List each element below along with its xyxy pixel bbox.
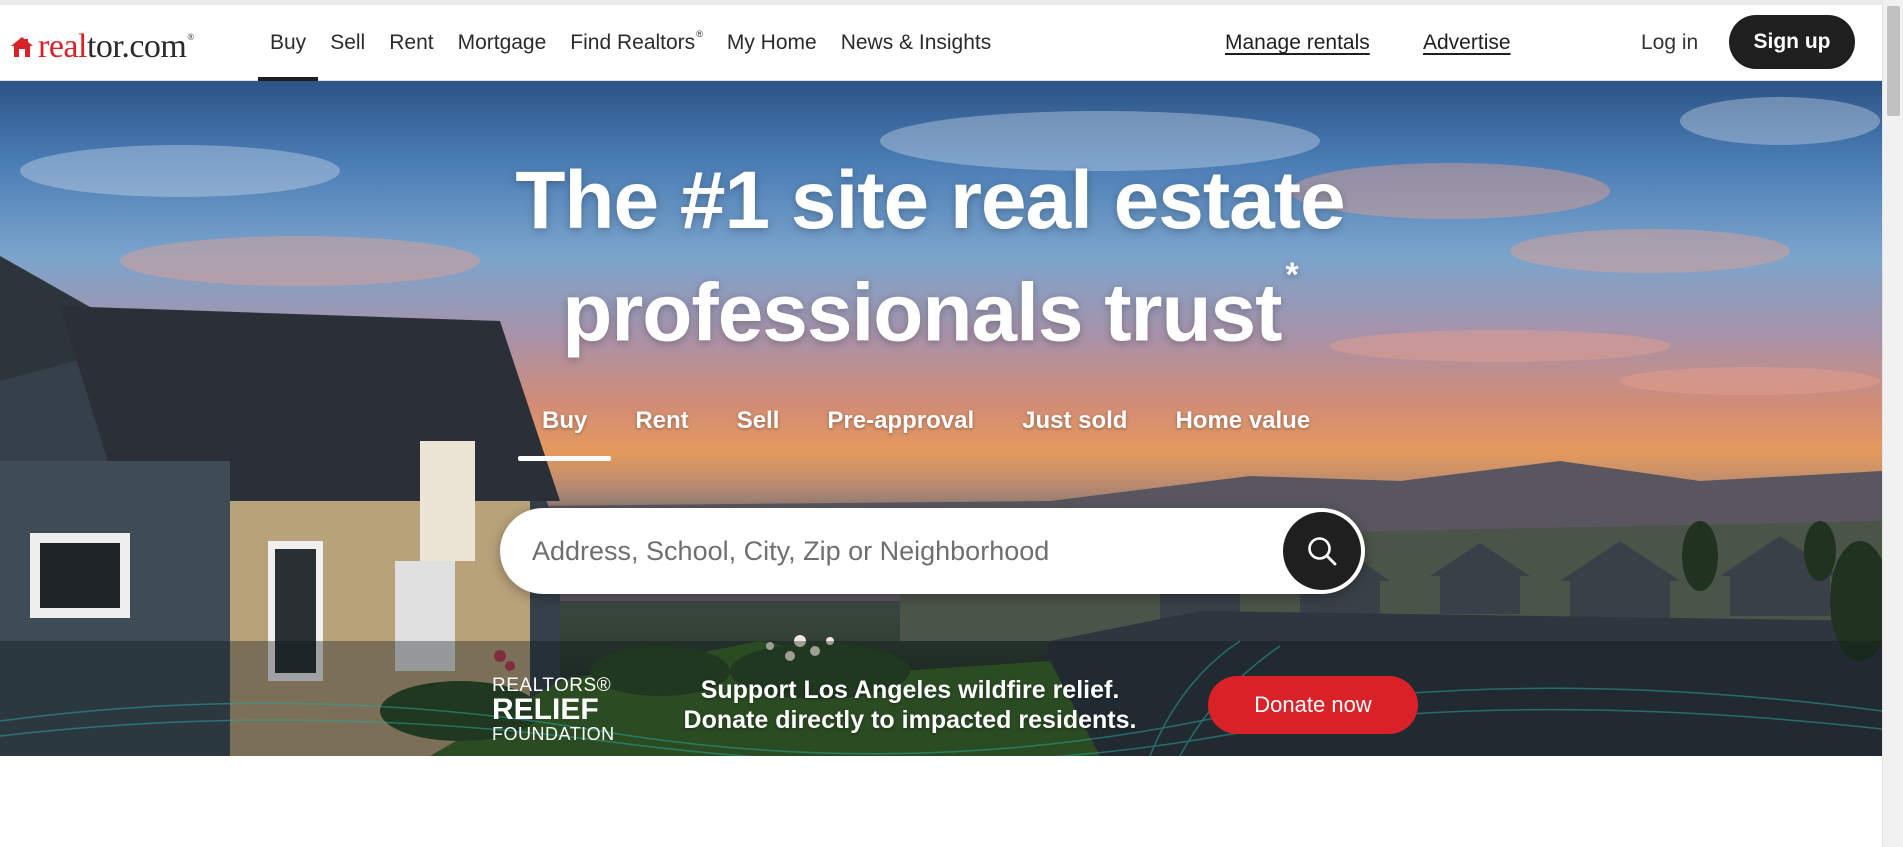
nav-item-news-insights[interactable]: News & Insights xyxy=(829,5,1004,81)
tab-just-sold[interactable]: Just sold xyxy=(998,407,1151,461)
house-logo-icon xyxy=(11,37,33,57)
headline-line-2: professionals trust xyxy=(562,267,1282,359)
relief-message-line-2: Donate directly to impacted residents. xyxy=(683,706,1137,734)
wildfire-relief-message: Support Los Angeles wildfire relief. Don… xyxy=(660,675,1160,735)
search-type-tabs: Buy Rent Sell Pre-approval Just sold Hom… xyxy=(518,407,1334,461)
search-input[interactable] xyxy=(532,526,1252,576)
nav-item-find-realtors-label: Find Realtors xyxy=(570,31,696,54)
headline-asterisk: * xyxy=(1285,256,1298,294)
hero-headline: The #1 site real estate professionals tr… xyxy=(395,151,1465,363)
relief-message-line-1: Support Los Angeles wildfire relief. xyxy=(700,676,1120,704)
tab-buy[interactable]: Buy xyxy=(518,407,612,461)
logo-registered-mark: ® xyxy=(187,32,194,42)
page-scrollbar[interactable] xyxy=(1882,0,1903,847)
main-nav: Buy Sell Rent Mortgage Find Realtors ® My… xyxy=(258,5,1003,81)
signup-button[interactable]: Sign up xyxy=(1729,15,1855,69)
top-navigation-bar: real tor.com ® Buy Sell Rent Mortgage Find… xyxy=(0,0,1882,81)
login-link[interactable]: Log in xyxy=(1641,5,1698,81)
advertise-link[interactable]: Advertise xyxy=(1423,5,1511,81)
nav-item-sell[interactable]: Sell xyxy=(318,5,377,81)
tab-pre-approval[interactable]: Pre-approval xyxy=(803,407,998,461)
tab-sell[interactable]: Sell xyxy=(713,407,804,461)
hero-banner: The #1 site real estate professionals tr… xyxy=(0,81,1882,756)
search-icon xyxy=(1308,537,1337,566)
realtor-logo[interactable]: real tor.com ® xyxy=(10,27,194,67)
headline-line-1: The #1 site real estate xyxy=(515,155,1345,246)
relief-logo-line-3: FOUNDATION xyxy=(492,724,615,744)
tab-home-value[interactable]: Home value xyxy=(1151,407,1334,461)
search-bar xyxy=(500,508,1365,594)
nav-item-mortgage[interactable]: Mortgage xyxy=(446,5,559,81)
nav-item-rent[interactable]: Rent xyxy=(377,5,445,81)
manage-rentals-link[interactable]: Manage rentals xyxy=(1225,5,1370,81)
search-button[interactable] xyxy=(1283,512,1361,590)
nav-item-my-home[interactable]: My Home xyxy=(715,5,829,81)
registered-mark: ® xyxy=(696,29,703,39)
nav-item-find-realtors[interactable]: Find Realtors ® xyxy=(558,5,715,81)
tab-rent[interactable]: Rent xyxy=(611,407,712,461)
donate-now-button[interactable]: Donate now xyxy=(1208,676,1418,734)
manage-rentals-label: Manage rentals xyxy=(1225,31,1370,54)
logo-text-tor: tor.com xyxy=(86,28,187,65)
scrollbar-thumb[interactable] xyxy=(1887,6,1900,116)
advertise-label: Advertise xyxy=(1423,31,1511,54)
relief-logo-line-2: RELIEF xyxy=(492,693,599,726)
nav-item-buy[interactable]: Buy xyxy=(258,5,319,81)
realtors-relief-foundation-logo: REALTORS® RELIEF FOUNDATION xyxy=(492,676,615,743)
logo-text-real: real xyxy=(38,28,87,65)
